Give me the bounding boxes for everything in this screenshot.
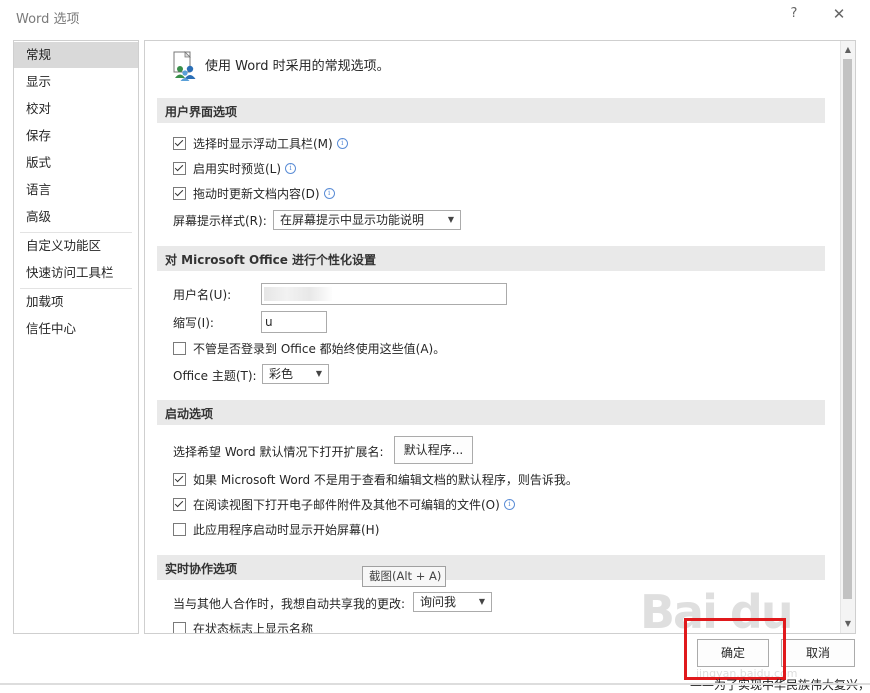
username-input[interactable] bbox=[261, 283, 507, 305]
section-coauthoring: 实时协作选项 bbox=[157, 555, 825, 580]
option-label: 如果 Microsoft Word 不是用于查看和编辑文档的默认程序，则告诉我。 bbox=[193, 472, 578, 487]
dropdown-arrow-icon: ▼ bbox=[478, 597, 485, 606]
option-live-preview: 启用实时预览(L) i bbox=[173, 158, 297, 178]
option-label: 拖动时更新文档内容(D) bbox=[193, 186, 320, 201]
info-icon: i bbox=[503, 498, 515, 510]
option-start-screen: 此应用程序启动时显示开始屏幕(H) bbox=[173, 519, 379, 539]
option-label: 此应用程序启动时显示开始屏幕(H) bbox=[193, 522, 380, 537]
theme-row: Office 主题(T): bbox=[173, 365, 257, 385]
option-show-names: 在状态标志上显示名称 bbox=[173, 618, 314, 634]
section-personalize: 对 Microsoft Office 进行个性化设置 bbox=[157, 246, 825, 271]
dropdown-arrow-icon: ▼ bbox=[315, 369, 322, 378]
default-program-row: 选择希望 Word 默认情况下打开扩展名: bbox=[173, 441, 384, 461]
nav-item-customize-ribbon[interactable]: 自定义功能区 bbox=[14, 233, 138, 259]
nav-item-save[interactable]: 保存 bbox=[14, 123, 138, 149]
highlight-box bbox=[684, 618, 786, 680]
tell-me-checkbox[interactable] bbox=[173, 472, 186, 486]
info-icon: i bbox=[285, 162, 297, 174]
window-title: Word 选项 bbox=[16, 12, 80, 27]
initials-label: 缩写(I): bbox=[173, 315, 214, 330]
always-use-checkbox[interactable] bbox=[173, 341, 186, 355]
option-always-use: 不管是否登录到 Office 都始终使用这些值(A)。 bbox=[173, 338, 445, 358]
username-label: 用户名(U): bbox=[173, 287, 232, 302]
section-title: 用户界面选项 bbox=[165, 105, 238, 119]
username-row: 用户名(U): bbox=[173, 284, 231, 304]
nav-item-general[interactable]: 常规 bbox=[14, 42, 138, 68]
section-startup: 启动选项 bbox=[157, 400, 825, 425]
nav-item-quick-access[interactable]: 快速访问工具栏 bbox=[14, 260, 138, 286]
option-label: 选择时显示浮动工具栏(M) bbox=[193, 136, 333, 151]
option-label: 启用实时预览(L) bbox=[193, 161, 282, 176]
tooltip-style-select[interactable]: 在屏幕提示中显示功能说明 ▼ bbox=[273, 210, 461, 230]
option-label: 在阅读视图下打开电子邮件附件及其他不可编辑的文件(O) bbox=[193, 497, 500, 512]
section-ui-options: 用户界面选项 bbox=[157, 98, 825, 123]
section-title: 启动选项 bbox=[165, 407, 214, 421]
screenshot-tooltip: 截图(Alt + A) bbox=[362, 566, 446, 587]
nav-item-layout[interactable]: 版式 bbox=[14, 150, 138, 176]
reading-view-checkbox[interactable] bbox=[173, 497, 186, 511]
tooltip-style-label: 屏幕提示样式(R): bbox=[173, 213, 267, 228]
tooltip-style-row: 屏幕提示样式(R): bbox=[173, 210, 267, 230]
option-label: 不管是否登录到 Office 都始终使用这些值(A)。 bbox=[193, 341, 446, 356]
mini-toolbar-checkbox[interactable] bbox=[173, 136, 186, 150]
options-nav: 常规 显示 校对 保存 版式 语言 高级 自定义功能区 快速访问工具栏 加载项 … bbox=[13, 40, 139, 634]
nav-item-language[interactable]: 语言 bbox=[14, 177, 138, 203]
option-label: 在状态标志上显示名称 bbox=[193, 621, 314, 634]
show-names-checkbox[interactable] bbox=[173, 621, 186, 633]
share-changes-label: 当与其他人合作时，我想自动共享我的更改: bbox=[173, 596, 406, 611]
section-title: 对 Microsoft Office 进行个性化设置 bbox=[165, 253, 377, 267]
nav-item-trust-center[interactable]: 信任中心 bbox=[14, 316, 138, 342]
page-heading: 使用 Word 时采用的常规选项。 bbox=[205, 59, 390, 74]
scroll-thumb[interactable] bbox=[843, 59, 852, 599]
help-button[interactable]: ? bbox=[786, 6, 802, 24]
nav-item-advanced[interactable]: 高级 bbox=[14, 204, 138, 230]
option-mini-toolbar: 选择时显示浮动工具栏(M) i bbox=[173, 133, 348, 153]
initials-input[interactable]: u bbox=[261, 311, 327, 333]
option-tell-me: 如果 Microsoft Word 不是用于查看和编辑文档的默认程序，则告诉我。 bbox=[173, 469, 578, 489]
theme-select[interactable]: 彩色 ▼ bbox=[262, 364, 329, 384]
theme-label: Office 主题(T): bbox=[173, 368, 257, 383]
section-title: 实时协作选项 bbox=[165, 562, 238, 576]
vertical-scrollbar[interactable]: ▲ ▼ bbox=[840, 41, 855, 633]
nav-item-proofing[interactable]: 校对 bbox=[14, 96, 138, 122]
option-reading-view: 在阅读视图下打开电子邮件附件及其他不可编辑的文件(O) i bbox=[173, 494, 515, 514]
default-programs-button[interactable]: 默认程序... bbox=[394, 436, 473, 464]
update-drag-checkbox[interactable] bbox=[173, 186, 186, 200]
options-content: 使用 Word 时采用的常规选项。 用户界面选项 选择时显示浮动工具栏(M) i… bbox=[144, 40, 856, 634]
initials-row: 缩写(I): bbox=[173, 312, 214, 332]
title-bar: Word 选项 ? ✕ bbox=[0, 0, 870, 32]
info-icon: i bbox=[323, 187, 335, 199]
scroll-down-icon[interactable]: ▼ bbox=[841, 617, 855, 631]
scroll-up-icon[interactable]: ▲ bbox=[841, 43, 855, 57]
option-update-drag: 拖动时更新文档内容(D) i bbox=[173, 183, 335, 203]
live-preview-checkbox[interactable] bbox=[173, 161, 186, 175]
info-icon: i bbox=[336, 137, 348, 149]
cancel-button[interactable]: 取消 bbox=[781, 639, 855, 667]
share-changes-row: 当与其他人合作时，我想自动共享我的更改: bbox=[173, 593, 405, 613]
general-options-icon bbox=[173, 51, 196, 81]
nav-item-display[interactable]: 显示 bbox=[14, 69, 138, 95]
share-changes-select[interactable]: 询问我 ▼ bbox=[413, 592, 492, 612]
default-program-label: 选择希望 Word 默认情况下打开扩展名: bbox=[173, 444, 384, 459]
start-screen-checkbox[interactable] bbox=[173, 522, 186, 536]
redacted-username bbox=[264, 287, 332, 301]
nav-item-addins[interactable]: 加载项 bbox=[14, 289, 138, 315]
dropdown-arrow-icon: ▼ bbox=[447, 215, 454, 224]
close-button[interactable]: ✕ bbox=[829, 5, 849, 25]
